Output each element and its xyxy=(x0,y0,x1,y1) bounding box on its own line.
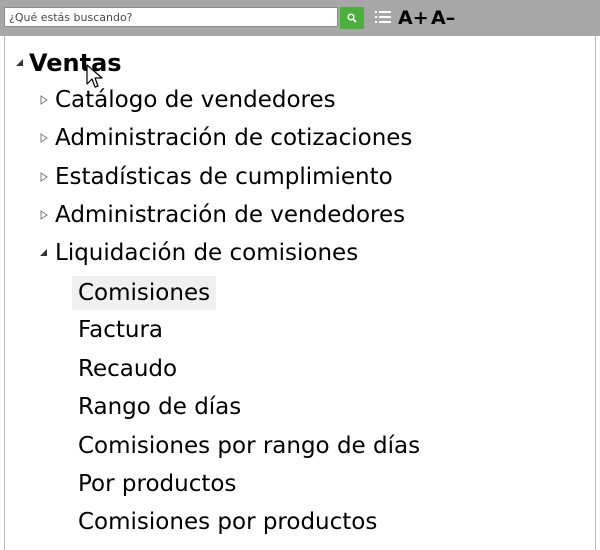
tree-category-item[interactable]: Catálogo de vendedores xyxy=(37,82,336,118)
search-icon xyxy=(347,13,357,23)
tree-category-label: Administración de vendedores xyxy=(55,202,406,228)
tree-category-item[interactable]: Administración de cotizaciones xyxy=(37,120,412,156)
tree-leaf-label: Comisiones por productos xyxy=(78,509,378,535)
tree-leaf-item-selected[interactable]: Comisiones xyxy=(72,276,217,310)
tree-leaf-item[interactable]: Rango de días xyxy=(72,390,247,424)
tree-leaf-item[interactable]: Por productos xyxy=(72,467,242,501)
tree-category-label: Liquidación de comisiones xyxy=(55,240,359,266)
collapsed-arrow-icon[interactable] xyxy=(37,210,51,220)
tree-category-label: Estadísticas de cumplimiento xyxy=(55,164,393,190)
navigation-tree: Ventas Catálogo de vendedores Administra… xyxy=(4,36,596,550)
tree-root-label: Ventas xyxy=(29,49,122,77)
collapsed-arrow-icon[interactable] xyxy=(37,133,51,143)
list-view-icon[interactable] xyxy=(372,8,394,26)
tree-leaf-label: Rango de días xyxy=(78,394,242,420)
tree-leaf-label: Factura xyxy=(78,317,164,343)
increase-font-button[interactable]: A+ xyxy=(398,4,429,32)
tree-leaf-item[interactable]: Recaudo xyxy=(72,352,183,386)
expanded-arrow-icon[interactable] xyxy=(37,249,51,257)
collapsed-arrow-icon[interactable] xyxy=(37,95,51,105)
decrease-font-button[interactable]: A– xyxy=(431,4,455,32)
tree-category-label: Administración de cotizaciones xyxy=(55,125,413,151)
collapsed-arrow-icon[interactable] xyxy=(37,172,51,182)
tree-leaf-label: Comisiones xyxy=(78,280,211,306)
tree-leaf-label: Recaudo xyxy=(78,356,178,382)
tree-category-item[interactable]: Estadísticas de cumplimiento xyxy=(37,159,393,195)
tree-root-ventas[interactable]: Ventas xyxy=(13,46,122,80)
tree-leaf-item[interactable]: Comisiones por productos xyxy=(72,505,383,539)
expanded-arrow-icon[interactable] xyxy=(13,59,27,67)
tree-category-item[interactable]: Administración de vendedores xyxy=(37,197,405,233)
tree-leaf-label: Comisiones por rango de días xyxy=(78,433,421,459)
tree-leaf-item[interactable]: Factura xyxy=(72,313,169,347)
search-button[interactable] xyxy=(340,7,364,29)
tree-category-label: Catálogo de vendedores xyxy=(55,87,336,113)
toolbar: A+ A– xyxy=(0,0,600,36)
tree-leaf-label: Por productos xyxy=(78,471,237,497)
tree-leaf-item[interactable]: Comisiones por rango de días xyxy=(72,429,426,463)
tree-category-item-expanded[interactable]: Liquidación de comisiones xyxy=(37,235,358,271)
search-input[interactable] xyxy=(4,7,338,27)
